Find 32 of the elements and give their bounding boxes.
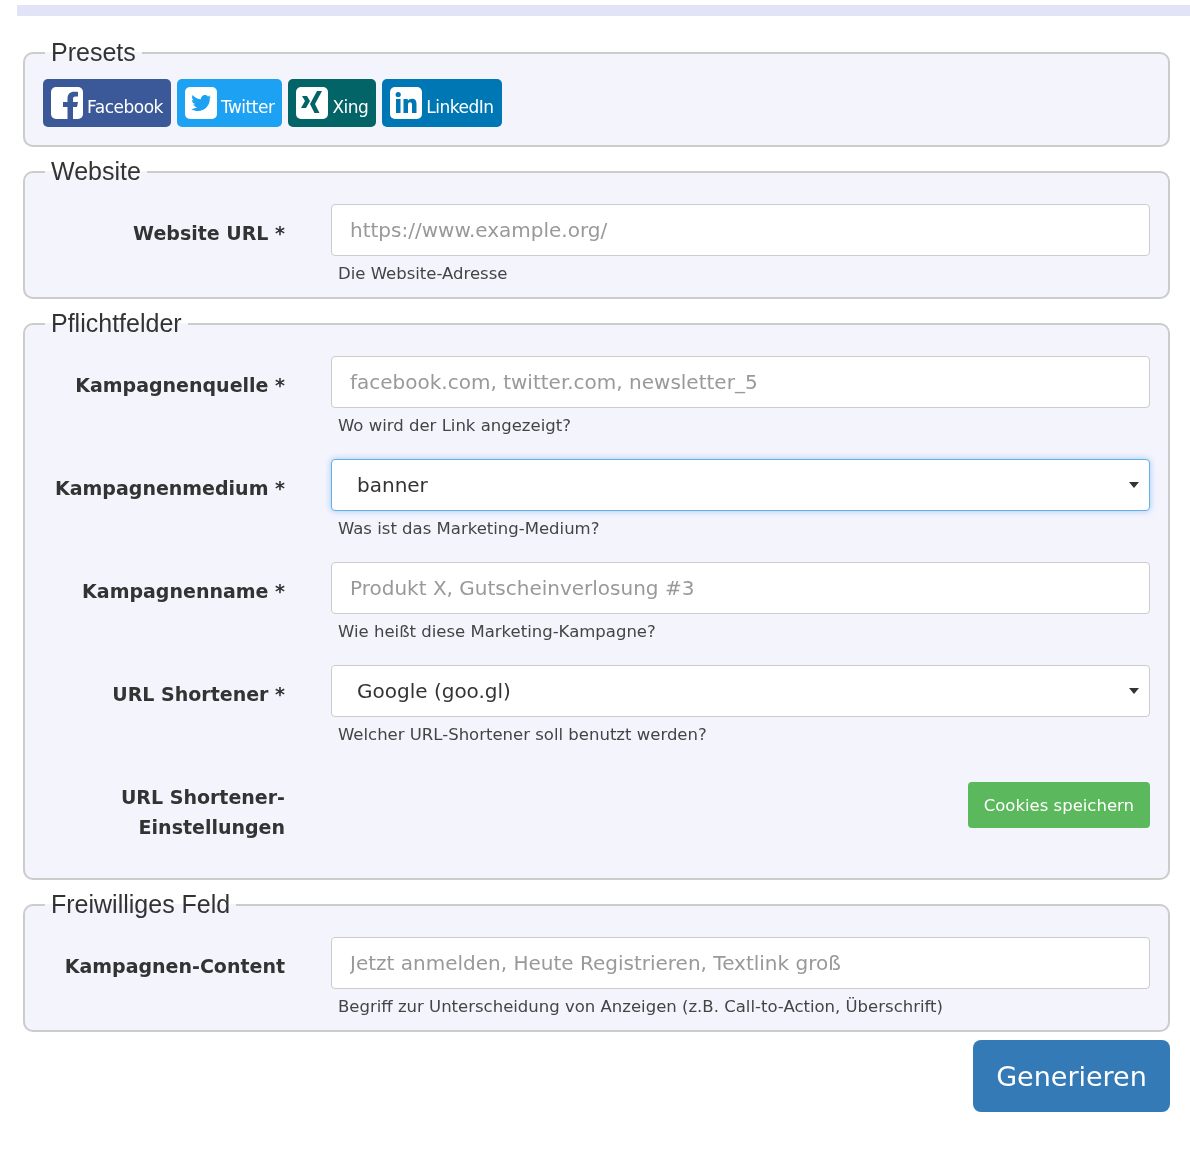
generate-button[interactable]: Generieren <box>973 1040 1170 1112</box>
caret-icon <box>1129 482 1139 488</box>
help-text: Begriff zur Unterscheidung von Anzeigen (z.B. Call-to-Action, Überschrift) <box>337 996 944 1016</box>
field-label: Kampagnenname * <box>81 579 286 604</box>
section-legend: Pflichtfelder <box>45 309 188 338</box>
text-field[interactable]: facebook.com, twitter.com, newsletter_5 <box>331 356 1150 408</box>
select-field[interactable]: Google (goo.gl) <box>331 665 1150 717</box>
facebook-icon <box>51 87 83 119</box>
help-text: Die Website-Adresse <box>337 263 509 283</box>
preset-button[interactable]: LinkedIn <box>382 79 502 127</box>
caret-icon <box>1129 688 1139 694</box>
text-field[interactable]: https://www.example.org/ <box>331 204 1150 256</box>
field-label: Kampagnen-Content <box>63 954 286 979</box>
help-text: Wie heißt diese Marketing-Kampagne? <box>337 621 657 641</box>
section-legend: Website <box>45 157 147 186</box>
twitter-icon <box>184 87 217 119</box>
help-text: Welcher URL-Shortener soll benutzt werden? <box>337 724 708 744</box>
linkedin-icon <box>390 87 423 119</box>
select-field[interactable]: banner <box>331 459 1150 511</box>
field-label: URL Shortener-Einstellungen <box>119 785 286 840</box>
section-legend: Freiwilliges Feld <box>45 890 237 919</box>
field-label: Kampagnenquelle * <box>74 373 286 398</box>
section-legend: Presets <box>45 38 142 67</box>
field-label: Kampagnenmedium * <box>54 476 286 501</box>
xing-icon <box>296 87 329 119</box>
help-text: Wo wird der Link angezeigt? <box>337 415 572 435</box>
field-label: Website URL * <box>132 221 286 246</box>
text-field[interactable]: Produkt X, Gutscheinverlosung #3 <box>331 562 1150 614</box>
preset-button[interactable]: Xing <box>288 79 377 127</box>
help-text: Was ist das Marketing-Medium? <box>337 518 601 538</box>
preset-button[interactable]: Facebook <box>43 79 171 127</box>
field-label: URL Shortener * <box>111 682 286 707</box>
